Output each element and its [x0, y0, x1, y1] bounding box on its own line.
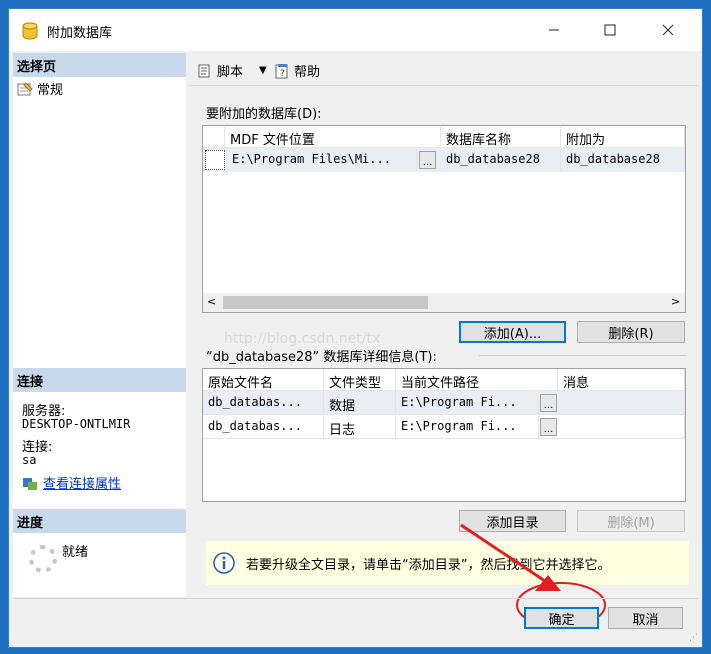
col-attach-as[interactable]: 附加为 — [561, 126, 685, 148]
help-button[interactable]: ? 帮助 — [274, 61, 320, 80]
table-row[interactable]: E:\Program Files\Mi... ... db_database28… — [203, 148, 685, 172]
filename-cell[interactable]: db_databas... — [203, 392, 324, 414]
minimize-button[interactable] — [531, 9, 577, 51]
col-original-filename[interactable]: 原始文件名 — [203, 369, 324, 391]
progress-status: 就绪 — [62, 545, 89, 560]
filename-cell[interactable]: db_databas... — [203, 416, 324, 438]
remove-database-button[interactable]: 删除(R) — [577, 321, 685, 343]
col-mdf-location[interactable]: MDF 文件位置 — [225, 126, 441, 148]
add-database-button[interactable]: 添加(A)... — [459, 321, 566, 343]
scroll-left-icon[interactable]: < — [207, 295, 216, 308]
progress-spinner-icon — [29, 545, 57, 573]
row-selector[interactable] — [205, 150, 225, 170]
details-separator — [479, 355, 686, 356]
maximize-icon — [604, 24, 616, 36]
page-item-general[interactable]: 常规 — [17, 79, 63, 98]
watermark: http://blog.csdn.net/tx — [224, 331, 381, 347]
info-icon — [213, 552, 235, 574]
window-title: 附加数据库 — [47, 26, 113, 41]
connection-value: sa — [22, 453, 37, 467]
resize-grip-icon[interactable]: ⋰ — [689, 633, 698, 643]
title-bar: 附加数据库 — [9, 9, 702, 51]
svg-text:?: ? — [280, 69, 285, 79]
horizontal-scrollbar[interactable]: < > — [203, 293, 685, 312]
ok-button[interactable]: 确定 — [524, 607, 599, 629]
toolbar: 脚本 ▼ ? 帮助 — [189, 53, 698, 86]
close-button[interactable] — [645, 9, 691, 51]
file-type-cell[interactable]: 日志 — [324, 416, 396, 438]
progress-header: 进度 — [13, 509, 186, 533]
page-item-label: 常规 — [37, 83, 64, 98]
view-connection-properties-label: 查看连接属性 — [43, 477, 122, 492]
mdf-location-cell[interactable]: E:\Program Files\Mi... — [227, 149, 417, 171]
browse-path-button[interactable]: ... — [540, 418, 557, 436]
databases-grid[interactable]: MDF 文件位置 数据库名称 附加为 E:\Program Files\Mi..… — [202, 125, 686, 313]
col-db-name[interactable]: 数据库名称 — [441, 126, 561, 148]
close-icon — [662, 24, 674, 36]
file-type-cell[interactable]: 数据 — [324, 392, 396, 414]
path-cell[interactable]: E:\Program Fi... — [396, 416, 539, 438]
details-grid[interactable]: 原始文件名 文件类型 当前文件路径 消息 db_databas... 数据 E:… — [202, 368, 686, 502]
browse-mdf-button[interactable]: ... — [419, 151, 436, 169]
browse-path-button[interactable]: ... — [540, 394, 557, 412]
general-page-icon — [17, 81, 33, 95]
connection-properties-icon — [23, 477, 37, 490]
script-label: 脚本 — [217, 65, 244, 80]
cancel-button[interactable]: 取消 — [608, 607, 683, 629]
scroll-right-icon[interactable]: > — [671, 295, 680, 308]
col-message[interactable]: 消息 — [558, 369, 685, 391]
path-cell[interactable]: E:\Program Fi... — [396, 392, 539, 414]
table-row[interactable]: db_databas... 数据 E:\Program Fi... ... — [203, 391, 685, 415]
help-icon: ? — [275, 63, 288, 79]
databases-to-attach-label: 要附加的数据库(D): — [206, 107, 322, 122]
server-value: DESKTOP-ONTLMIR — [22, 417, 131, 431]
row-header-col — [203, 126, 225, 148]
maximize-button[interactable] — [587, 9, 633, 51]
script-dropdown-icon[interactable]: ▼ — [259, 65, 267, 76]
help-label: 帮助 — [294, 65, 321, 80]
script-icon — [198, 64, 210, 77]
message-cell — [558, 416, 685, 438]
attach-database-dialog: 附加数据库 选择页 常规 连接 服务器: DESKTOP-ONTLMIR 连接:… — [8, 8, 703, 648]
database-icon — [22, 22, 38, 40]
script-button[interactable]: 脚本 ▼ — [197, 61, 267, 80]
select-page-header: 选择页 — [13, 53, 186, 77]
message-cell — [558, 392, 685, 414]
database-details-label: “db_database28” 数据库详细信息(T): — [206, 350, 437, 365]
table-row[interactable]: db_databas... 日志 E:\Program Fi... ... — [203, 415, 685, 439]
connection-header: 连接 — [13, 368, 186, 392]
attach-as-cell[interactable]: db_database28 — [561, 149, 685, 171]
db-name-cell[interactable]: db_database28 — [441, 149, 561, 171]
scrollbar-thumb[interactable] — [223, 296, 428, 309]
view-connection-properties-link[interactable]: 查看连接属性 — [22, 473, 121, 492]
minimize-icon — [549, 29, 559, 31]
left-pane: 选择页 常规 连接 服务器: DESKTOP-ONTLMIR 连接: sa 查看… — [13, 53, 186, 597]
col-current-path[interactable]: 当前文件路径 — [396, 369, 558, 391]
footer-separator — [13, 598, 698, 599]
col-file-type[interactable]: 文件类型 — [324, 369, 396, 391]
